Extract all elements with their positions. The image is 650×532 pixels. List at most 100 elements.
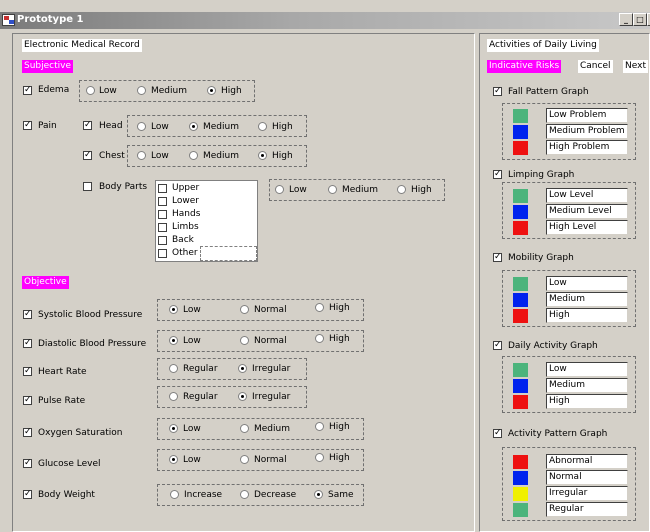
body-parts-checkbox[interactable] (83, 182, 92, 191)
edema-medium-label: Medium (151, 86, 187, 96)
glucose-high-radio[interactable] (315, 453, 324, 462)
cancel-button[interactable]: Cancel (578, 60, 613, 73)
daily-activity-checkbox[interactable] (493, 339, 502, 351)
title-bar[interactable]: Prototype 1 _ □ x (0, 12, 650, 29)
daily-activity-label: Daily Activity Graph (508, 341, 598, 351)
fall-pattern-low-swatch (513, 109, 528, 123)
chest-checkbox[interactable] (83, 149, 92, 161)
chest-label: Chest (99, 151, 125, 161)
fall-pattern-checkbox[interactable] (493, 85, 502, 97)
mobility-checkbox[interactable] (493, 251, 502, 263)
oxygen-checkbox[interactable] (23, 426, 32, 438)
chest-high-radio[interactable] (258, 151, 267, 160)
diastolic-normal-radio[interactable] (240, 336, 249, 345)
limping-low-field[interactable]: Low Level (546, 188, 628, 203)
oxygen-medium-option: Medium (254, 424, 290, 434)
mobility-label: Mobility Graph (508, 253, 574, 263)
pulse-rate-checkbox[interactable] (23, 394, 32, 406)
edema-low-radio[interactable] (86, 86, 95, 95)
oxygen-medium-radio[interactable] (240, 424, 249, 433)
diastolic-normal-option: Normal (254, 336, 287, 346)
limping-checkbox[interactable] (493, 168, 502, 180)
pain-label: Pain (38, 121, 57, 131)
glucose-checkbox[interactable] (23, 457, 32, 469)
body-weight-increase-radio[interactable] (170, 490, 179, 499)
heart-rate-regular-radio[interactable] (169, 364, 178, 373)
body-part-other-checkbox[interactable] (158, 249, 167, 258)
head-high-radio[interactable] (258, 122, 267, 131)
daily-activity-low-field[interactable]: Low (546, 362, 628, 377)
chest-medium-radio[interactable] (189, 151, 198, 160)
diastolic-low-radio[interactable] (169, 336, 178, 345)
activity-pattern-normal-field[interactable]: Normal (546, 470, 628, 485)
fall-pattern-medium-field[interactable]: Medium Problem (546, 124, 628, 139)
body-parts-medium-radio[interactable] (328, 185, 337, 194)
pulse-rate-irregular-radio[interactable] (238, 392, 247, 401)
chest-low-radio[interactable] (137, 151, 146, 160)
body-part-back-checkbox[interactable] (158, 236, 167, 245)
limping-high-swatch (513, 221, 528, 235)
diastolic-high-radio[interactable] (315, 334, 324, 343)
activity-pattern-irregular-field[interactable]: Irregular (546, 486, 628, 501)
head-checkbox[interactable] (83, 119, 92, 131)
body-part-other-label: Other (172, 248, 198, 258)
oxygen-high-radio[interactable] (315, 422, 324, 431)
main-window: Prototype 1 _ □ x Electronic Medical Rec… (0, 0, 650, 532)
limping-high-field[interactable]: High Level (546, 220, 628, 235)
edema-checkbox[interactable] (23, 84, 32, 96)
daily-activity-medium-field[interactable]: Medium (546, 378, 628, 393)
systolic-label: Systolic Blood Pressure (38, 310, 143, 320)
heart-rate-checkbox[interactable] (23, 365, 32, 377)
mobility-low-field[interactable]: Low (546, 276, 628, 291)
body-weight-decrease-radio[interactable] (240, 490, 249, 499)
systolic-normal-radio[interactable] (240, 305, 249, 314)
fall-pattern-high-field[interactable]: High Problem (546, 140, 628, 155)
body-part-upper-checkbox[interactable] (158, 184, 167, 193)
oxygen-low-radio[interactable] (169, 424, 178, 433)
head-low-radio[interactable] (137, 122, 146, 131)
heart-rate-irregular-option: Irregular (252, 364, 291, 374)
head-medium-radio[interactable] (189, 122, 198, 131)
activity-pattern-abnormal-field[interactable]: Abnormal (546, 454, 628, 469)
minimize-button[interactable]: _ (619, 13, 633, 26)
pulse-rate-regular-radio[interactable] (169, 392, 178, 401)
diastolic-checkbox[interactable] (23, 337, 32, 349)
indicative-risks-header: Indicative Risks (487, 60, 562, 73)
maximize-button[interactable]: □ (633, 13, 647, 26)
body-part-other-input[interactable] (200, 246, 257, 261)
activity-pattern-abnormal-swatch (513, 455, 528, 469)
edema-low-label: Low (99, 86, 117, 96)
body-part-limbs-label: Limbs (172, 222, 199, 232)
activity-pattern-label: Activity Pattern Graph (508, 429, 608, 439)
glucose-low-radio[interactable] (169, 455, 178, 464)
mobility-medium-field[interactable]: Medium (546, 292, 628, 307)
body-part-lower-checkbox[interactable] (158, 197, 167, 206)
body-part-hands-checkbox[interactable] (158, 210, 167, 219)
limping-medium-field[interactable]: Medium Level (546, 204, 628, 219)
systolic-checkbox[interactable] (23, 308, 32, 320)
systolic-high-radio[interactable] (315, 303, 324, 312)
glucose-label: Glucose Level (38, 459, 101, 469)
systolic-low-radio[interactable] (169, 305, 178, 314)
pain-checkbox[interactable] (23, 119, 32, 131)
edema-high-radio[interactable] (207, 86, 216, 95)
head-medium-label: Medium (203, 122, 239, 132)
activity-pattern-regular-field[interactable]: Regular (546, 502, 628, 517)
body-weight-checkbox[interactable] (23, 488, 32, 500)
activity-pattern-checkbox[interactable] (493, 427, 502, 439)
glucose-normal-radio[interactable] (240, 455, 249, 464)
next-button[interactable]: Next (623, 60, 648, 73)
body-parts-high-label: High (411, 185, 432, 195)
heart-rate-irregular-radio[interactable] (238, 364, 247, 373)
body-parts-low-radio[interactable] (275, 185, 284, 194)
heart-rate-regular-option: Regular (183, 364, 218, 374)
body-parts-high-radio[interactable] (397, 185, 406, 194)
head-high-label: High (272, 122, 293, 132)
body-weight-same-radio[interactable] (314, 490, 323, 499)
body-part-limbs-checkbox[interactable] (158, 223, 167, 232)
body-weight-decrease-option: Decrease (254, 490, 297, 500)
mobility-high-field[interactable]: High (546, 308, 628, 323)
fall-pattern-low-field[interactable]: Low Problem (546, 108, 628, 123)
daily-activity-high-field[interactable]: High (546, 394, 628, 409)
edema-medium-radio[interactable] (137, 86, 146, 95)
